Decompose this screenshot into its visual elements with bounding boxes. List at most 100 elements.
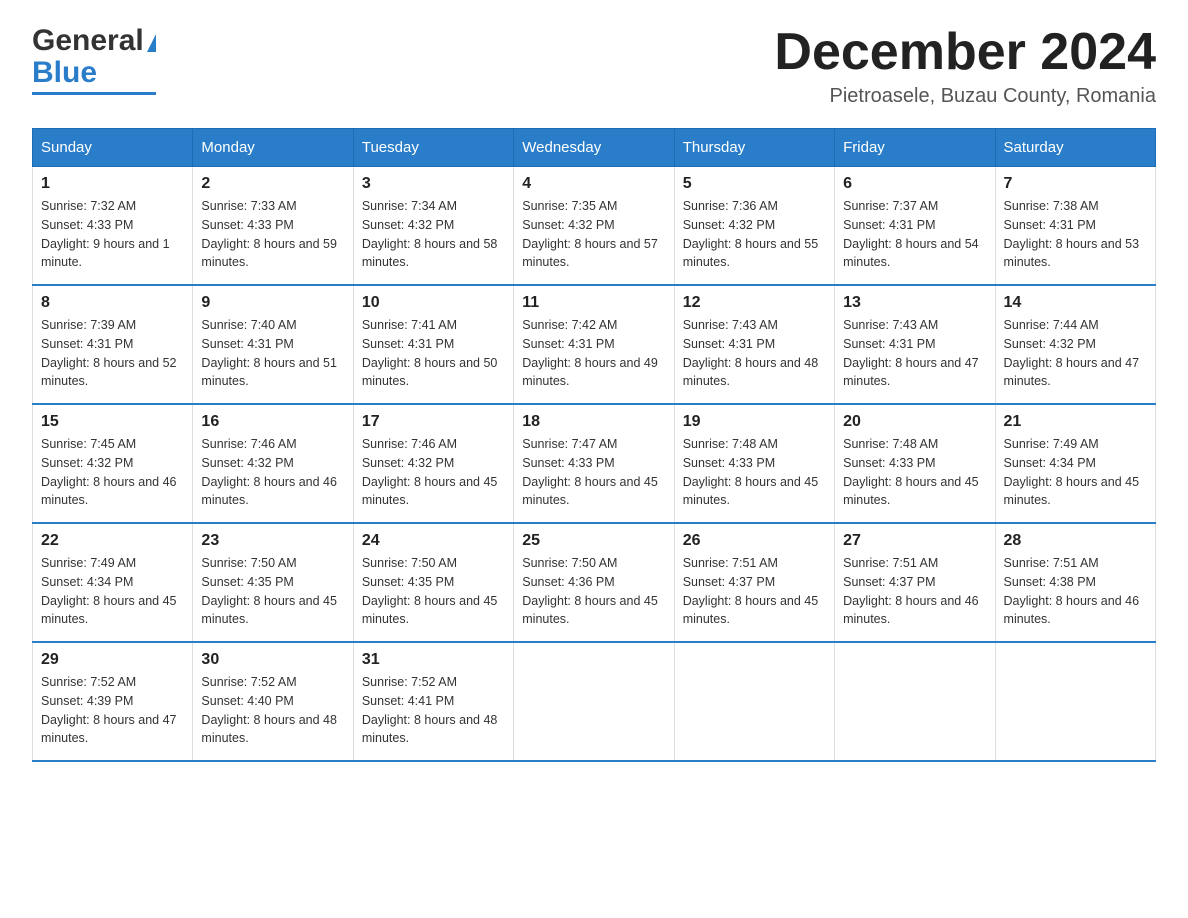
day-number: 12 bbox=[683, 294, 826, 312]
logo: General Blue bbox=[32, 24, 156, 95]
calendar-cell: 15 Sunrise: 7:45 AMSunset: 4:32 PMDaylig… bbox=[33, 404, 193, 523]
day-info: Sunrise: 7:34 AMSunset: 4:32 PMDaylight:… bbox=[362, 199, 498, 269]
day-number: 10 bbox=[362, 294, 505, 312]
calendar-cell: 9 Sunrise: 7:40 AMSunset: 4:31 PMDayligh… bbox=[193, 285, 353, 404]
day-number: 28 bbox=[1004, 532, 1147, 550]
day-info: Sunrise: 7:52 AMSunset: 4:41 PMDaylight:… bbox=[362, 675, 498, 745]
calendar-week-row: 15 Sunrise: 7:45 AMSunset: 4:32 PMDaylig… bbox=[33, 404, 1156, 523]
day-number: 3 bbox=[362, 175, 505, 193]
logo-triangle-icon bbox=[147, 34, 156, 52]
day-number: 4 bbox=[522, 175, 665, 193]
calendar-cell: 30 Sunrise: 7:52 AMSunset: 4:40 PMDaylig… bbox=[193, 642, 353, 761]
calendar-cell: 12 Sunrise: 7:43 AMSunset: 4:31 PMDaylig… bbox=[674, 285, 834, 404]
calendar-cell: 3 Sunrise: 7:34 AMSunset: 4:32 PMDayligh… bbox=[353, 167, 513, 286]
day-info: Sunrise: 7:52 AMSunset: 4:39 PMDaylight:… bbox=[41, 675, 177, 745]
day-number: 26 bbox=[683, 532, 826, 550]
day-info: Sunrise: 7:43 AMSunset: 4:31 PMDaylight:… bbox=[683, 318, 819, 388]
day-number: 5 bbox=[683, 175, 826, 193]
day-info: Sunrise: 7:32 AMSunset: 4:33 PMDaylight:… bbox=[41, 199, 170, 269]
calendar-cell: 23 Sunrise: 7:50 AMSunset: 4:35 PMDaylig… bbox=[193, 523, 353, 642]
calendar-cell: 20 Sunrise: 7:48 AMSunset: 4:33 PMDaylig… bbox=[835, 404, 995, 523]
header-tuesday: Tuesday bbox=[353, 129, 513, 167]
day-number: 18 bbox=[522, 413, 665, 431]
calendar-week-row: 29 Sunrise: 7:52 AMSunset: 4:39 PMDaylig… bbox=[33, 642, 1156, 761]
location-subtitle: Pietroasele, Buzau County, Romania bbox=[774, 85, 1156, 108]
day-info: Sunrise: 7:50 AMSunset: 4:35 PMDaylight:… bbox=[362, 556, 498, 626]
calendar-cell bbox=[995, 642, 1155, 761]
logo-underline bbox=[32, 92, 156, 95]
day-number: 24 bbox=[362, 532, 505, 550]
calendar-week-row: 22 Sunrise: 7:49 AMSunset: 4:34 PMDaylig… bbox=[33, 523, 1156, 642]
day-info: Sunrise: 7:37 AMSunset: 4:31 PMDaylight:… bbox=[843, 199, 979, 269]
header-friday: Friday bbox=[835, 129, 995, 167]
logo-blue: Blue bbox=[32, 56, 97, 90]
day-number: 2 bbox=[201, 175, 344, 193]
day-info: Sunrise: 7:45 AMSunset: 4:32 PMDaylight:… bbox=[41, 437, 177, 507]
day-number: 8 bbox=[41, 294, 184, 312]
calendar-cell: 19 Sunrise: 7:48 AMSunset: 4:33 PMDaylig… bbox=[674, 404, 834, 523]
calendar-cell: 2 Sunrise: 7:33 AMSunset: 4:33 PMDayligh… bbox=[193, 167, 353, 286]
day-number: 13 bbox=[843, 294, 986, 312]
day-number: 22 bbox=[41, 532, 184, 550]
day-number: 17 bbox=[362, 413, 505, 431]
calendar-cell: 5 Sunrise: 7:36 AMSunset: 4:32 PMDayligh… bbox=[674, 167, 834, 286]
calendar-cell: 13 Sunrise: 7:43 AMSunset: 4:31 PMDaylig… bbox=[835, 285, 995, 404]
calendar-cell: 25 Sunrise: 7:50 AMSunset: 4:36 PMDaylig… bbox=[514, 523, 674, 642]
header-sunday: Sunday bbox=[33, 129, 193, 167]
day-number: 15 bbox=[41, 413, 184, 431]
day-number: 31 bbox=[362, 651, 505, 669]
day-number: 25 bbox=[522, 532, 665, 550]
day-info: Sunrise: 7:36 AMSunset: 4:32 PMDaylight:… bbox=[683, 199, 819, 269]
day-number: 19 bbox=[683, 413, 826, 431]
title-area: December 2024 Pietroasele, Buzau County,… bbox=[774, 24, 1156, 108]
header-saturday: Saturday bbox=[995, 129, 1155, 167]
day-number: 16 bbox=[201, 413, 344, 431]
day-info: Sunrise: 7:35 AMSunset: 4:32 PMDaylight:… bbox=[522, 199, 658, 269]
day-info: Sunrise: 7:49 AMSunset: 4:34 PMDaylight:… bbox=[41, 556, 177, 626]
day-number: 29 bbox=[41, 651, 184, 669]
calendar-cell bbox=[674, 642, 834, 761]
calendar-cell: 28 Sunrise: 7:51 AMSunset: 4:38 PMDaylig… bbox=[995, 523, 1155, 642]
calendar-cell: 11 Sunrise: 7:42 AMSunset: 4:31 PMDaylig… bbox=[514, 285, 674, 404]
calendar-cell: 6 Sunrise: 7:37 AMSunset: 4:31 PMDayligh… bbox=[835, 167, 995, 286]
month-title: December 2024 bbox=[774, 24, 1156, 81]
day-number: 27 bbox=[843, 532, 986, 550]
day-number: 21 bbox=[1004, 413, 1147, 431]
day-number: 11 bbox=[522, 294, 665, 312]
day-number: 20 bbox=[843, 413, 986, 431]
calendar-cell: 26 Sunrise: 7:51 AMSunset: 4:37 PMDaylig… bbox=[674, 523, 834, 642]
calendar-cell: 27 Sunrise: 7:51 AMSunset: 4:37 PMDaylig… bbox=[835, 523, 995, 642]
day-number: 6 bbox=[843, 175, 986, 193]
day-info: Sunrise: 7:43 AMSunset: 4:31 PMDaylight:… bbox=[843, 318, 979, 388]
day-info: Sunrise: 7:51 AMSunset: 4:37 PMDaylight:… bbox=[683, 556, 819, 626]
calendar-cell: 31 Sunrise: 7:52 AMSunset: 4:41 PMDaylig… bbox=[353, 642, 513, 761]
day-info: Sunrise: 7:41 AMSunset: 4:31 PMDaylight:… bbox=[362, 318, 498, 388]
calendar-cell: 10 Sunrise: 7:41 AMSunset: 4:31 PMDaylig… bbox=[353, 285, 513, 404]
day-info: Sunrise: 7:49 AMSunset: 4:34 PMDaylight:… bbox=[1004, 437, 1140, 507]
day-number: 1 bbox=[41, 175, 184, 193]
day-number: 9 bbox=[201, 294, 344, 312]
day-info: Sunrise: 7:33 AMSunset: 4:33 PMDaylight:… bbox=[201, 199, 337, 269]
day-info: Sunrise: 7:44 AMSunset: 4:32 PMDaylight:… bbox=[1004, 318, 1140, 388]
calendar-cell: 24 Sunrise: 7:50 AMSunset: 4:35 PMDaylig… bbox=[353, 523, 513, 642]
day-info: Sunrise: 7:50 AMSunset: 4:35 PMDaylight:… bbox=[201, 556, 337, 626]
day-info: Sunrise: 7:47 AMSunset: 4:33 PMDaylight:… bbox=[522, 437, 658, 507]
calendar-cell: 21 Sunrise: 7:49 AMSunset: 4:34 PMDaylig… bbox=[995, 404, 1155, 523]
day-info: Sunrise: 7:51 AMSunset: 4:38 PMDaylight:… bbox=[1004, 556, 1140, 626]
calendar-cell bbox=[514, 642, 674, 761]
day-info: Sunrise: 7:40 AMSunset: 4:31 PMDaylight:… bbox=[201, 318, 337, 388]
calendar-cell: 22 Sunrise: 7:49 AMSunset: 4:34 PMDaylig… bbox=[33, 523, 193, 642]
calendar-cell: 4 Sunrise: 7:35 AMSunset: 4:32 PMDayligh… bbox=[514, 167, 674, 286]
day-number: 23 bbox=[201, 532, 344, 550]
calendar-cell: 16 Sunrise: 7:46 AMSunset: 4:32 PMDaylig… bbox=[193, 404, 353, 523]
day-info: Sunrise: 7:50 AMSunset: 4:36 PMDaylight:… bbox=[522, 556, 658, 626]
day-info: Sunrise: 7:46 AMSunset: 4:32 PMDaylight:… bbox=[362, 437, 498, 507]
day-number: 7 bbox=[1004, 175, 1147, 193]
page-header: General Blue December 2024 Pietroasele, … bbox=[32, 24, 1156, 108]
header-monday: Monday bbox=[193, 129, 353, 167]
logo-general: General bbox=[32, 24, 144, 58]
header-thursday: Thursday bbox=[674, 129, 834, 167]
calendar-cell: 7 Sunrise: 7:38 AMSunset: 4:31 PMDayligh… bbox=[995, 167, 1155, 286]
calendar-cell: 14 Sunrise: 7:44 AMSunset: 4:32 PMDaylig… bbox=[995, 285, 1155, 404]
calendar-cell: 1 Sunrise: 7:32 AMSunset: 4:33 PMDayligh… bbox=[33, 167, 193, 286]
